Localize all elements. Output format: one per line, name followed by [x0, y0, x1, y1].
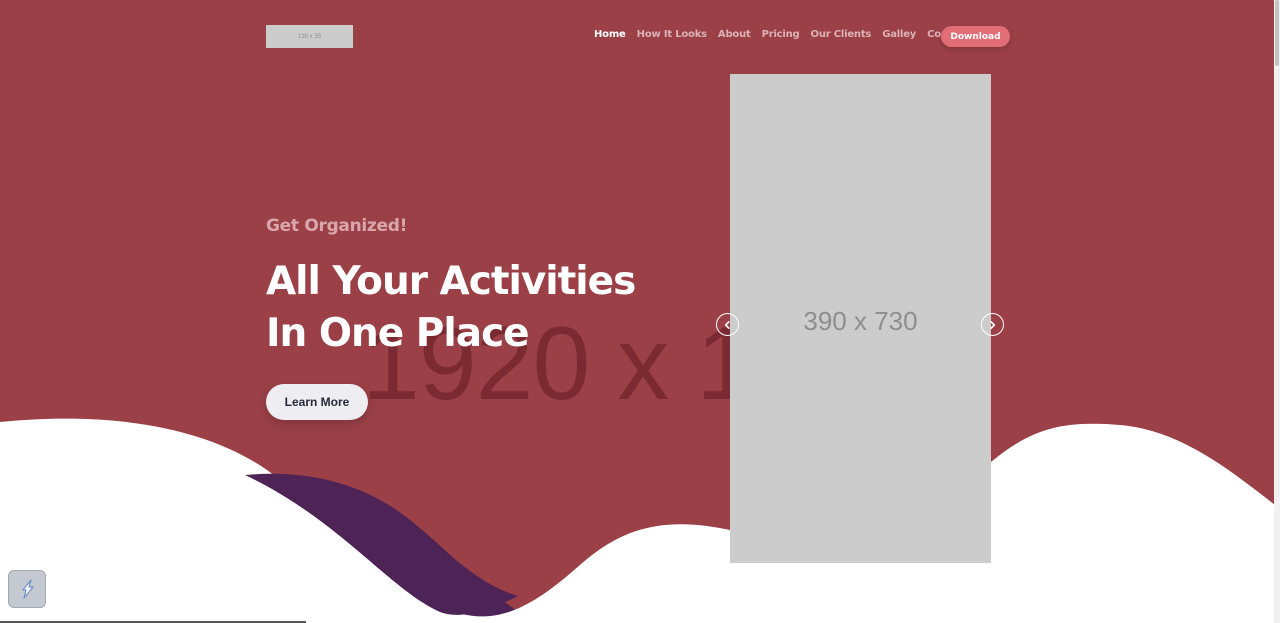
learn-more-button[interactable]: Learn More [266, 384, 368, 420]
nav-home[interactable]: Home [594, 29, 626, 40]
nav-our-clients[interactable]: Our Clients [811, 29, 872, 40]
nav-pricing[interactable]: Pricing [762, 29, 800, 40]
white-wave [0, 418, 1280, 623]
nav-galley[interactable]: Galley [882, 29, 916, 40]
helper-widget-button[interactable] [8, 570, 46, 608]
landing-page: 1920 x 1 130 x 35 Home How It Looks Abou… [0, 0, 1280, 623]
chevron-left-icon [724, 320, 730, 329]
carousel-prev-button[interactable] [716, 313, 739, 336]
nav-how-it-looks[interactable]: How It Looks [637, 29, 707, 40]
phone-screenshot-placeholder: 390 x 730 [730, 74, 991, 563]
download-button[interactable]: Download [941, 26, 1010, 47]
carousel-next-button[interactable] [981, 313, 1004, 336]
main-nav: Home How It Looks About Pricing Our Clie… [594, 29, 969, 40]
hero-headline-line-1: All Your Activities [266, 259, 636, 304]
hero-kicker: Get Organized! [266, 216, 408, 236]
lightning-icon [22, 579, 34, 599]
logo[interactable]: 130 x 35 [266, 25, 353, 48]
hero-headline-line-2: In One Place [266, 311, 530, 356]
hero-headline: All Your Activities In One Place [266, 256, 706, 360]
scrollbar-thumb[interactable] [1275, 0, 1279, 66]
scrollbar[interactable] [1274, 0, 1280, 623]
phone-placeholder-label: 390 x 730 [803, 306, 918, 336]
nav-about[interactable]: About [718, 29, 751, 40]
chevron-right-icon [990, 320, 996, 329]
